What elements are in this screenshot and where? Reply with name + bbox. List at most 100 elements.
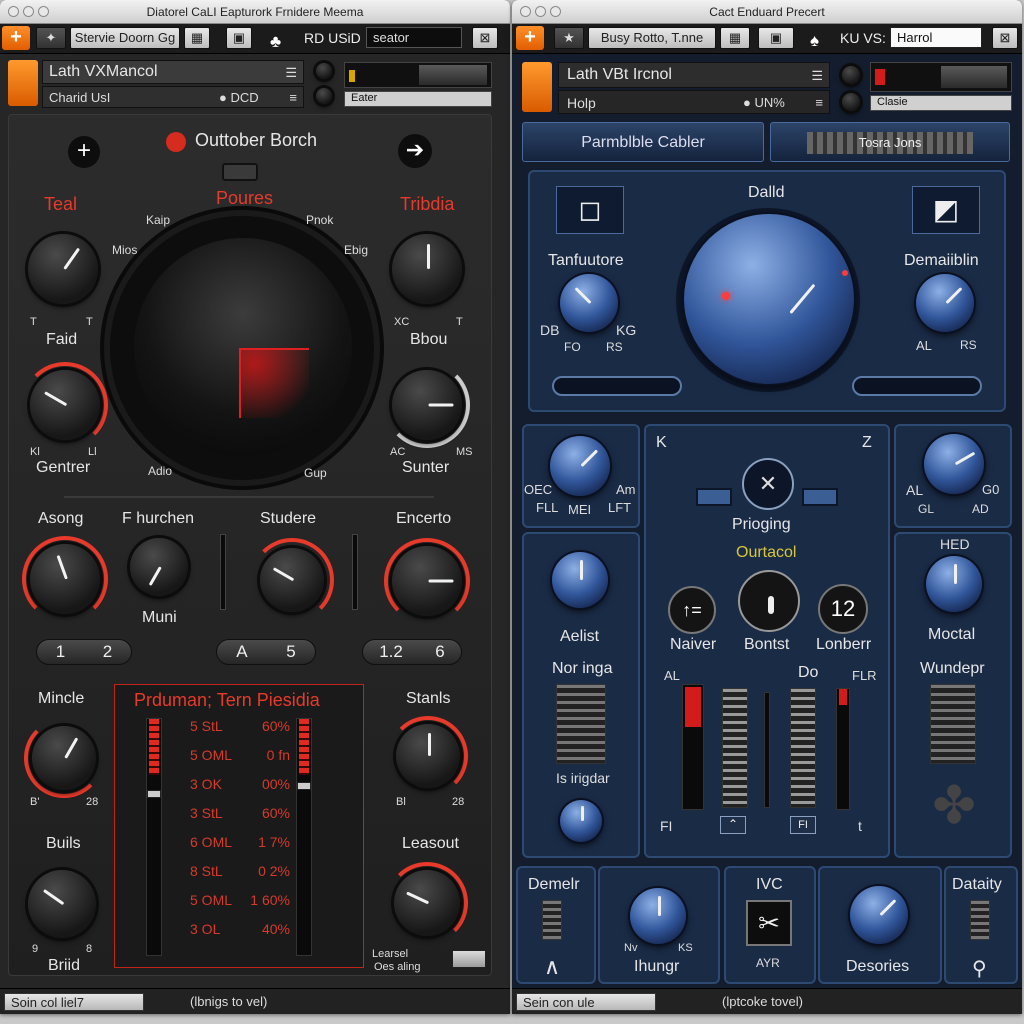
titlebar[interactable]: Cact Enduard Precert [512,0,1022,24]
seg-value[interactable]: 1 [56,640,65,664]
close-x-icon[interactable]: ⊠ [992,27,1018,49]
power-icon[interactable] [842,66,860,84]
center-fader-4[interactable] [790,688,816,808]
desories-knob[interactable] [850,886,908,944]
left-fader-cap[interactable] [147,790,161,798]
segment-12-6[interactable]: 1.2 6 [362,639,462,665]
grid-icon[interactable]: ▦ [184,27,210,49]
tab-tosra-jons[interactable]: Tosra Jons [770,122,1010,162]
right-fader[interactable] [296,718,312,956]
segment-a-5[interactable]: A5 [216,639,316,665]
seg-value[interactable]: 1.2 [379,640,403,664]
oec-knob[interactable] [550,436,610,496]
arrow-right-icon[interactable]: ➔ [398,134,432,168]
aelist-fader[interactable] [556,684,606,764]
info-field[interactable]: Eater [344,91,492,107]
preset-selector[interactable]: Stervie Doorn Gg [70,27,180,49]
right-toggle[interactable] [802,488,838,506]
demaiiblin-knob[interactable] [916,274,974,332]
center-fader-1[interactable] [682,684,704,810]
puzzle-icon[interactable]: ♣ [270,32,281,52]
center-fader-5[interactable] [836,688,850,810]
close-x-icon[interactable]: ⊠ [472,27,498,49]
al-knob[interactable] [924,434,984,494]
caret-up-icon[interactable]: ∧ [544,954,560,980]
titlebar[interactable]: Diatorel CaLI Eapturork Frnidere Meema [0,0,510,24]
star-icon[interactable]: ★ [554,27,584,49]
faid-knob[interactable] [30,370,100,440]
add-button[interactable]: + [2,26,30,50]
teal-knob[interactable] [28,234,98,304]
main-knob[interactable] [684,214,854,384]
center-fader-3[interactable] [764,692,770,808]
fi-button[interactable]: FI [790,816,816,834]
left-slider[interactable] [552,376,682,396]
center-fader-2[interactable] [722,688,748,808]
list-icon[interactable]: ≡ [815,95,823,110]
save-icon[interactable]: ▣ [226,27,252,49]
demelr-fader[interactable] [542,900,562,940]
toggle-switch[interactable] [222,163,258,181]
up-chevron-button[interactable]: ⌃ [720,816,746,834]
tribdia-knob[interactable] [392,234,462,304]
left-toggle[interactable] [696,488,732,506]
wundepr-fader[interactable] [930,684,976,764]
scissor-icon[interactable]: ✂ [746,900,792,946]
stanls-knob[interactable] [396,724,460,788]
grid-icon[interactable]: ▦ [720,27,750,49]
search-icon[interactable]: ⚲ [972,956,987,981]
power-icon[interactable] [316,63,332,79]
add-button[interactable]: + [516,26,544,50]
left-fader[interactable] [146,718,162,956]
leasout-knob[interactable] [394,870,460,936]
seg-value[interactable]: 5 [286,640,295,664]
encerto-knob[interactable] [392,546,462,616]
tab-parmblble-cabler[interactable]: Parmblble Cabler [522,122,764,162]
list-icon[interactable]: ≡ [289,90,297,105]
search-input[interactable]: Harrol [890,27,982,48]
plus-circle-icon[interactable]: + [68,136,100,168]
mocral-knob[interactable] [926,556,982,612]
seg-value[interactable]: 2 [103,640,112,664]
center-gauge[interactable] [738,570,800,632]
buils-knob[interactable] [28,870,96,938]
fader-track-2[interactable] [352,534,358,610]
fader-track[interactable] [220,534,226,610]
keyboard-icon[interactable] [452,950,486,968]
settings-icon[interactable] [316,88,332,104]
big-knob[interactable] [134,238,352,456]
hungr-knob[interactable] [630,888,686,944]
isingdar-knob[interactable] [560,800,602,842]
tanfuutore-knob[interactable] [560,274,618,332]
left-square-icon[interactable]: ◻ [556,186,624,234]
asong-knob[interactable] [30,544,100,614]
seg-value[interactable]: A [236,640,247,664]
right-slider[interactable] [852,376,982,396]
crossed-knob-icon[interactable]: ✕ [742,458,794,510]
diagonal-square-icon[interactable]: ◩ [912,186,980,234]
instrument-name-field[interactable]: Lath VBt Ircnol ☰ [558,62,830,88]
info-field[interactable]: Clasie [870,95,1012,111]
datalty-fader[interactable] [970,900,990,940]
preset-selector[interactable]: Busy Rotto, T.nne [588,27,716,49]
studere-knob[interactable] [260,548,324,612]
instrument-name-field[interactable]: Lath VXMancol ☰ [42,60,304,84]
mincle-knob[interactable] [32,726,96,790]
aelist-knob[interactable] [552,552,608,608]
settings-icon[interactable] [842,93,860,111]
number-gauge[interactable]: 12 [818,584,868,634]
bbou-knob[interactable] [392,370,462,440]
menu-icon[interactable]: ☰ [811,68,823,84]
menu-icon[interactable]: ☰ [285,65,297,81]
search-input[interactable]: seator [366,27,462,48]
phurchen-knob[interactable] [130,538,188,596]
status-button[interactable]: Soin col liel7 [4,993,144,1011]
right-fader-cap[interactable] [297,782,311,790]
status-button[interactable]: Sein con ule [516,993,656,1011]
save-icon[interactable]: ▣ [758,27,794,49]
puzzle-icon[interactable]: ♠ [810,31,819,51]
arrow-gauge-icon[interactable]: ↑= [668,586,716,634]
seg-value[interactable]: 6 [435,640,444,664]
pin-icon[interactable]: ✦ [36,27,66,49]
segment-1-2[interactable]: 12 [36,639,132,665]
